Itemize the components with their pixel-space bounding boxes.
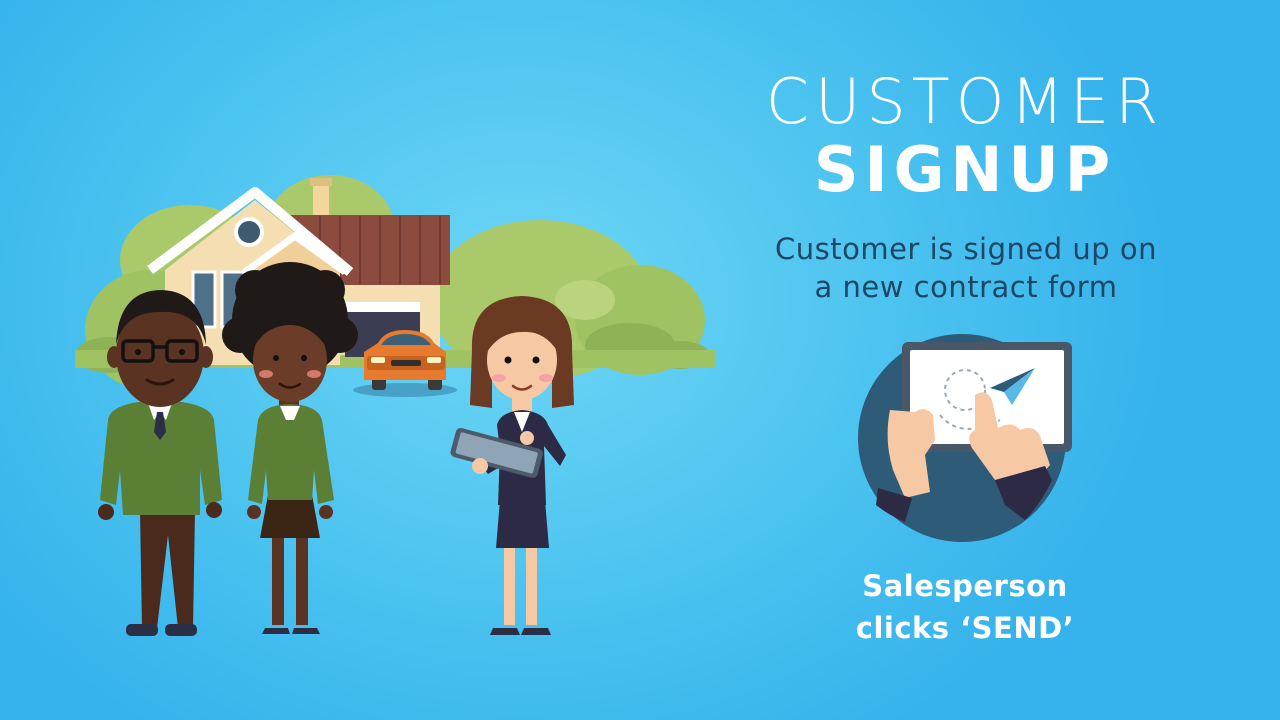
caption-line1: Salesperson [862, 569, 1068, 603]
caption-line2: clicks ‘SEND’ [855, 611, 1075, 645]
page-title-line2: SIGNUP [813, 133, 1117, 206]
wife-illustration [222, 262, 358, 634]
page-title-line1: CUSTOMER [765, 65, 1165, 138]
description-line1: Customer is signed up on [774, 232, 1158, 266]
description-line2: a new contract form [814, 270, 1118, 304]
tablet-send-icon [858, 334, 1072, 542]
